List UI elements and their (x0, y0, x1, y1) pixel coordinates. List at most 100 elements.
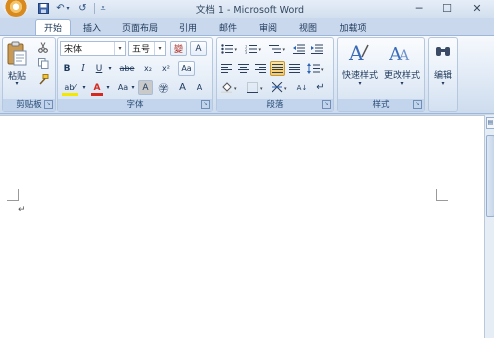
tab-page-layout[interactable]: 页面布局 (116, 19, 164, 35)
sort-icon[interactable]: A↓ (294, 80, 310, 95)
align-right-icon[interactable] (253, 61, 268, 76)
format-painter-icon[interactable] (36, 72, 50, 87)
font-name-dropdown-icon[interactable]: ▾ (114, 42, 125, 55)
line-spacing-icon[interactable]: ▾ (306, 61, 326, 76)
svg-text:▾: ▾ (283, 47, 286, 53)
numbering-icon: 123 ▾ (245, 44, 262, 54)
svg-text:▾: ▾ (234, 86, 237, 92)
change-styles-icon[interactable]: AA (388, 41, 413, 65)
highlight-color-swatch (62, 93, 78, 96)
close-button[interactable]: ✕ (464, 0, 490, 17)
highlight-icon: ab⁄ (64, 83, 76, 92)
editing-dropdown-icon[interactable]: ▾ (429, 80, 457, 87)
undo-dropdown-icon[interactable]: ▾ (64, 1, 72, 16)
qa-separator (94, 3, 95, 14)
maximize-button[interactable]: ☐ (434, 0, 460, 17)
underline-button[interactable]: U (92, 61, 106, 76)
tab-home[interactable]: 开始 (35, 19, 71, 35)
styles-launcher-icon[interactable]: ↘ (413, 100, 422, 109)
bullets-icon: ▾ (221, 43, 238, 54)
font-color-swatch (91, 93, 103, 96)
paragraph-launcher-icon[interactable]: ↘ (322, 100, 331, 109)
subscript-button[interactable]: x₂ (140, 61, 156, 76)
svg-text:▾: ▾ (321, 67, 324, 73)
paragraph-group-label: 段落 (217, 99, 333, 111)
shading-button[interactable]: ▾ (219, 80, 243, 95)
scrollbar-thumb[interactable] (486, 135, 494, 217)
styles-group-label: 样式 (338, 99, 424, 111)
chinese-layout-icon: ▾ (272, 82, 287, 93)
distributed-align-icon[interactable] (287, 61, 302, 76)
svg-text:3: 3 (245, 51, 247, 54)
paragraph-mark: ↵ (18, 205, 26, 215)
underline-dropdown-icon[interactable]: ▾ (106, 61, 114, 76)
show-formatting-marks-icon[interactable]: ↵ (313, 80, 328, 95)
font-name-value: 宋体 (64, 45, 83, 55)
enclose-characters-icon[interactable]: ㊫ (156, 80, 171, 95)
window-title: 文档 1 - Microsoft Word (195, 5, 305, 16)
tab-review[interactable]: 审阅 (252, 19, 284, 35)
align-left-icon[interactable] (219, 61, 234, 76)
tab-insert[interactable]: 插入 (76, 19, 108, 35)
svg-text:A: A (348, 41, 364, 65)
paste-icon[interactable] (6, 41, 28, 67)
borders-button[interactable]: ▾ (245, 80, 269, 95)
increase-indent-icon[interactable] (310, 41, 324, 56)
change-styles-dropdown-icon[interactable]: ▾ (382, 80, 422, 87)
font-name-combo[interactable]: 宋体 ▾ (60, 41, 126, 56)
ribbon-tab-bar (0, 18, 494, 35)
clipboard-launcher-icon[interactable]: ↘ (44, 100, 53, 109)
borders-icon: ▾ (247, 82, 263, 93)
multilevel-list-button[interactable]: ▾ (267, 41, 289, 56)
redo-icon[interactable]: ↺ (75, 1, 90, 16)
bold-button[interactable]: B (60, 61, 74, 76)
quick-styles-dropdown-icon[interactable]: ▾ (340, 80, 380, 87)
svg-text:▾: ▾ (259, 47, 262, 53)
cut-icon[interactable] (36, 40, 50, 55)
svg-text:▾: ▾ (260, 86, 263, 92)
ruler-toggle-icon[interactable]: ▤ (486, 117, 494, 129)
font-group-label: 字体 (58, 99, 212, 111)
char-shading-icon[interactable]: A (138, 80, 153, 95)
minimize-button[interactable]: ─ (406, 0, 432, 17)
quick-styles-icon[interactable]: A (348, 41, 370, 65)
chinese-layout-button[interactable]: ▾ (271, 80, 291, 95)
numbering-button[interactable]: 1 2 3 ▾ (243, 41, 265, 56)
tab-mailings[interactable]: 邮件 (212, 19, 244, 35)
tab-references[interactable]: 引用 (172, 19, 204, 35)
svg-text:▾: ▾ (284, 86, 287, 92)
vertical-scrollbar[interactable]: ▤ (484, 115, 494, 338)
crop-mark-right (436, 189, 448, 201)
superscript-button[interactable]: x² (158, 61, 174, 76)
justify-icon[interactable] (270, 61, 285, 76)
tab-view[interactable]: 视图 (292, 19, 324, 35)
tab-addins[interactable]: 加载项 (333, 19, 373, 35)
copy-icon[interactable] (36, 56, 50, 71)
document-page[interactable] (0, 115, 484, 338)
font-size-combo[interactable]: 五号 ▾ (128, 41, 166, 56)
font-size-value: 五号 (132, 45, 151, 55)
font-launcher-icon[interactable]: ↘ (201, 100, 210, 109)
strikethrough-button[interactable]: abe (118, 61, 136, 76)
italic-button[interactable]: I (76, 61, 90, 76)
decrease-indent-icon[interactable] (292, 41, 306, 56)
customize-toolbar-icon[interactable]: ⩡ (98, 1, 108, 16)
align-center-icon[interactable] (236, 61, 251, 76)
shrink-font-icon[interactable]: A (193, 80, 206, 95)
change-case-icon[interactable]: Aa (178, 61, 195, 76)
paste-dropdown-icon[interactable]: ▾ (4, 80, 30, 87)
grow-font-icon[interactable]: A (175, 80, 190, 95)
highlight-dropdown-icon[interactable]: ▾ (80, 80, 88, 95)
font-color-dropdown-icon[interactable]: ▾ (104, 80, 112, 95)
paint-bucket-icon: ▾ (221, 82, 237, 93)
font-color-icon: A (93, 82, 101, 93)
change-case-dropdown-icon[interactable]: ▾ (130, 80, 136, 95)
save-icon[interactable] (36, 1, 51, 16)
svg-text:▾: ▾ (235, 47, 238, 53)
binoculars-icon[interactable] (434, 42, 452, 60)
crop-mark-left (7, 189, 19, 201)
bullets-button[interactable]: ▾ (219, 41, 241, 56)
wen-icon[interactable]: 變 (170, 41, 187, 56)
font-size-dropdown-icon[interactable]: ▾ (154, 42, 165, 55)
clear-formatting-icon[interactable]: A (190, 41, 207, 56)
